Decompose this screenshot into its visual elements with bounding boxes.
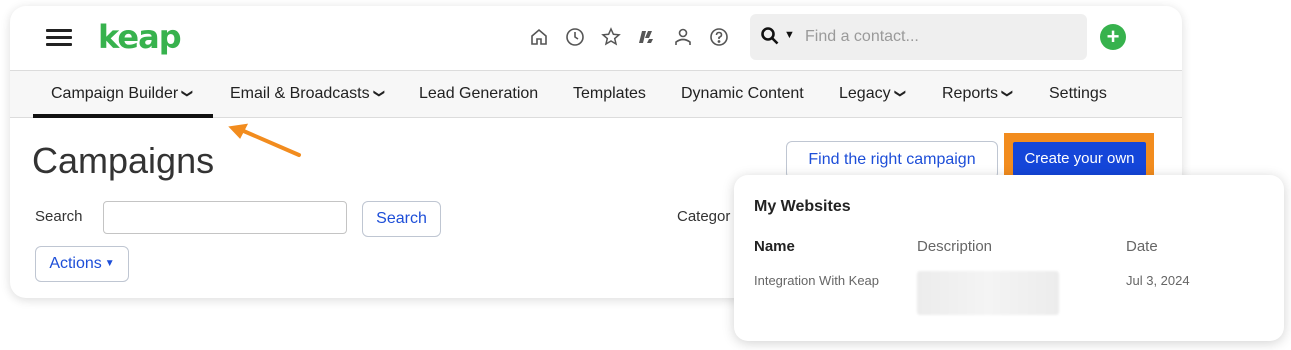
my-websites-panel: My Websites Name Description Date Integr… (734, 175, 1284, 341)
actions-button[interactable]: Actions ▼ (35, 246, 129, 282)
pointer-arrow-icon (228, 123, 301, 157)
website-name[interactable]: Integration With Keap (754, 273, 879, 288)
chevron-down-icon: ❯ (372, 88, 385, 99)
star-icon[interactable] (600, 26, 622, 48)
search-label: Search (35, 208, 83, 225)
home-icon[interactable] (528, 26, 550, 48)
nav-legacy[interactable]: Legacy ❯ (839, 85, 906, 103)
nav-settings[interactable]: Settings (1049, 85, 1107, 103)
nav-email-broadcasts[interactable]: Email & Broadcasts ❯ (230, 85, 385, 103)
search-type-dropdown-icon[interactable]: ▼ (784, 29, 795, 41)
active-tab-indicator (33, 114, 213, 118)
page-title: Campaigns (32, 140, 215, 181)
website-date: Jul 3, 2024 (1126, 273, 1190, 288)
chevron-down-icon: ❯ (181, 88, 194, 99)
help-icon[interactable] (708, 26, 730, 48)
header-icons (528, 26, 730, 48)
column-header-date: Date (1126, 238, 1158, 255)
chevron-down-icon: ❯ (893, 88, 906, 99)
search-placeholder: Find a contact... (805, 28, 919, 45)
keap-mark-icon[interactable] (636, 26, 658, 48)
search-button[interactable]: Search (362, 201, 441, 237)
category-label: Categor (677, 208, 731, 225)
panel-title: My Websites (754, 198, 851, 215)
add-button[interactable]: + (1100, 24, 1126, 50)
person-icon[interactable] (672, 26, 694, 48)
create-your-own-button[interactable]: Create your own (1013, 142, 1146, 176)
chevron-down-icon: ❯ (1001, 88, 1014, 99)
contact-search[interactable]: ▼ Find a contact... (750, 14, 1087, 60)
search-input[interactable] (103, 201, 347, 234)
column-header-description: Description (917, 238, 993, 255)
clock-icon[interactable] (564, 26, 586, 48)
nav-reports[interactable]: Reports ❯ (942, 85, 1014, 103)
chevron-down-icon: ▼ (104, 258, 115, 269)
search-icon (761, 27, 779, 45)
nav-lead-generation[interactable]: Lead Generation (419, 85, 538, 103)
nav-campaign-builder[interactable]: Campaign Builder ❯ (51, 85, 194, 103)
nav-dynamic-content[interactable]: Dynamic Content (681, 85, 804, 103)
keap-logo[interactable]: keap (98, 18, 182, 56)
main-nav: Campaign Builder ❯ Email & Broadcasts ❯ Le… (10, 70, 1182, 118)
website-description-blurred (917, 271, 1059, 315)
column-header-name: Name (754, 238, 795, 255)
find-campaign-button[interactable]: Find the right campaign (786, 141, 998, 179)
menu-icon[interactable] (46, 27, 72, 47)
nav-templates[interactable]: Templates (573, 85, 646, 103)
